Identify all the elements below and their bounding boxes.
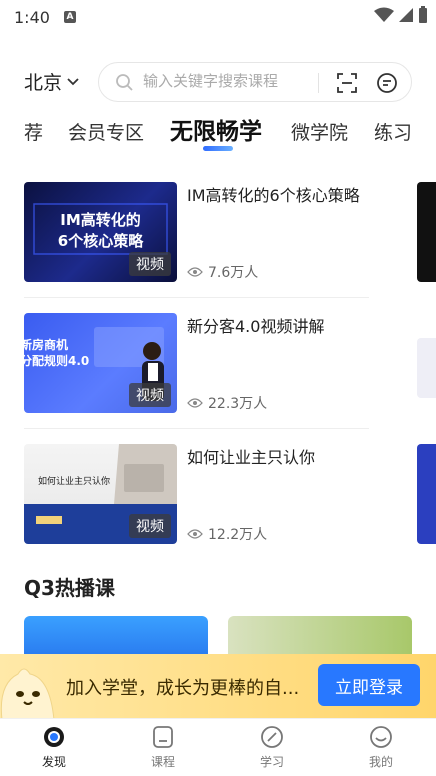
tab-recommend[interactable]: 荐 [24, 118, 43, 145]
eye-icon [187, 529, 203, 539]
login-button[interactable]: 立即登录 [318, 664, 420, 706]
nav-course[interactable]: 课程 [133, 725, 193, 770]
eye-icon [187, 398, 203, 408]
hot-course-card[interactable] [228, 616, 412, 656]
search-input[interactable] [143, 72, 313, 90]
video-thumbnail: 新房商机 分配规则4.0 视频 [24, 313, 177, 413]
tab-micro-academy[interactable]: 微学院 [291, 118, 348, 145]
bottom-nav: 发现 课程 学习 我的 [0, 718, 436, 776]
study-icon [261, 726, 283, 748]
video-tag: 视频 [129, 252, 171, 276]
search-bar[interactable] [98, 62, 412, 102]
search-divider [318, 73, 319, 93]
tab-member-zone[interactable]: 会员专区 [68, 118, 144, 145]
profile-icon [370, 726, 392, 748]
city-selector[interactable]: 北京 [24, 68, 79, 95]
scan-icon[interactable] [337, 73, 357, 93]
video-tag: 视频 [129, 514, 171, 538]
eye-icon [187, 267, 203, 277]
next-card-peek[interactable] [417, 182, 436, 282]
banner-text: 加入学堂，成长为更棒的自... [66, 678, 300, 699]
view-count-text: 22.3万人 [208, 396, 268, 412]
video-title: 如何让业主只认你 [187, 448, 316, 467]
thumbnail-caption: 如何让业主只认你 [38, 477, 111, 487]
tab-practice[interactable]: 练习 [374, 118, 412, 145]
nav-profile[interactable]: 我的 [351, 725, 411, 770]
status-icons [374, 6, 428, 24]
video-thumbnail: IM高转化的 6个核心策略 视频 [24, 182, 177, 282]
list-item[interactable]: 新房商机 分配规则4.0 视频 新分客4.0视频讲解 22.3万人 [24, 313, 369, 413]
video-tag: 视频 [129, 383, 171, 407]
message-icon[interactable] [376, 72, 398, 94]
view-count-text: 7.6万人 [208, 265, 259, 281]
battery-icon [419, 6, 427, 23]
status-bar: 1:40 A [0, 0, 436, 34]
list-item[interactable]: IM高转化的 6个核心策略 视频 IM高转化的6个核心策略 7.6万人 [24, 182, 369, 282]
nav-label: 发现 [41, 755, 66, 769]
divider [24, 428, 369, 429]
course-icon [153, 726, 173, 748]
video-title: IM高转化的6个核心策略 [187, 186, 360, 205]
nav-discover[interactable]: 发现 [24, 725, 84, 770]
notification-icon: A [63, 11, 76, 23]
wifi-icon [374, 7, 394, 22]
hot-course-card[interactable] [24, 616, 208, 656]
search-icon [116, 74, 133, 91]
nav-label: 我的 [368, 755, 393, 769]
section-title: Q3热播课 [24, 576, 115, 600]
list-item[interactable]: 如何让业主只认你 视频 如何让业主只认你 12.2万人 [24, 444, 369, 544]
active-tab-indicator [203, 146, 233, 151]
next-card-peek[interactable] [417, 444, 436, 544]
chevron-down-icon [67, 77, 79, 85]
video-title: 新分客4.0视频讲解 [187, 317, 325, 336]
thumbnail-caption: 新房商机 分配规则4.0 [24, 338, 90, 368]
category-tabs: 荐 会员专区 无限畅学 微学院 练习 [0, 112, 436, 152]
mascot-icon [0, 668, 55, 720]
view-count: 22.3万人 [187, 393, 267, 413]
view-count: 12.2万人 [187, 524, 267, 544]
video-thumbnail: 如何让业主只认你 视频 [24, 444, 177, 544]
login-banner[interactable]: 加入学堂，成长为更棒的自... 立即登录 [0, 654, 436, 720]
thumbnail-caption: IM高转化的 6个核心策略 [57, 211, 144, 250]
city-label: 北京 [24, 72, 63, 94]
view-count: 7.6万人 [187, 262, 258, 282]
view-count-text: 12.2万人 [208, 527, 268, 543]
nav-label: 学习 [259, 755, 284, 769]
discover-icon [44, 727, 64, 747]
nav-study[interactable]: 学习 [242, 725, 302, 770]
tab-unlimited-learning[interactable]: 无限畅学 [170, 112, 262, 146]
status-time: 1:40 [14, 7, 50, 27]
divider [24, 297, 369, 298]
next-card-peek[interactable] [417, 338, 436, 398]
header: 北京 [0, 62, 436, 102]
signal-icon [399, 8, 413, 22]
nav-label: 课程 [150, 755, 175, 769]
